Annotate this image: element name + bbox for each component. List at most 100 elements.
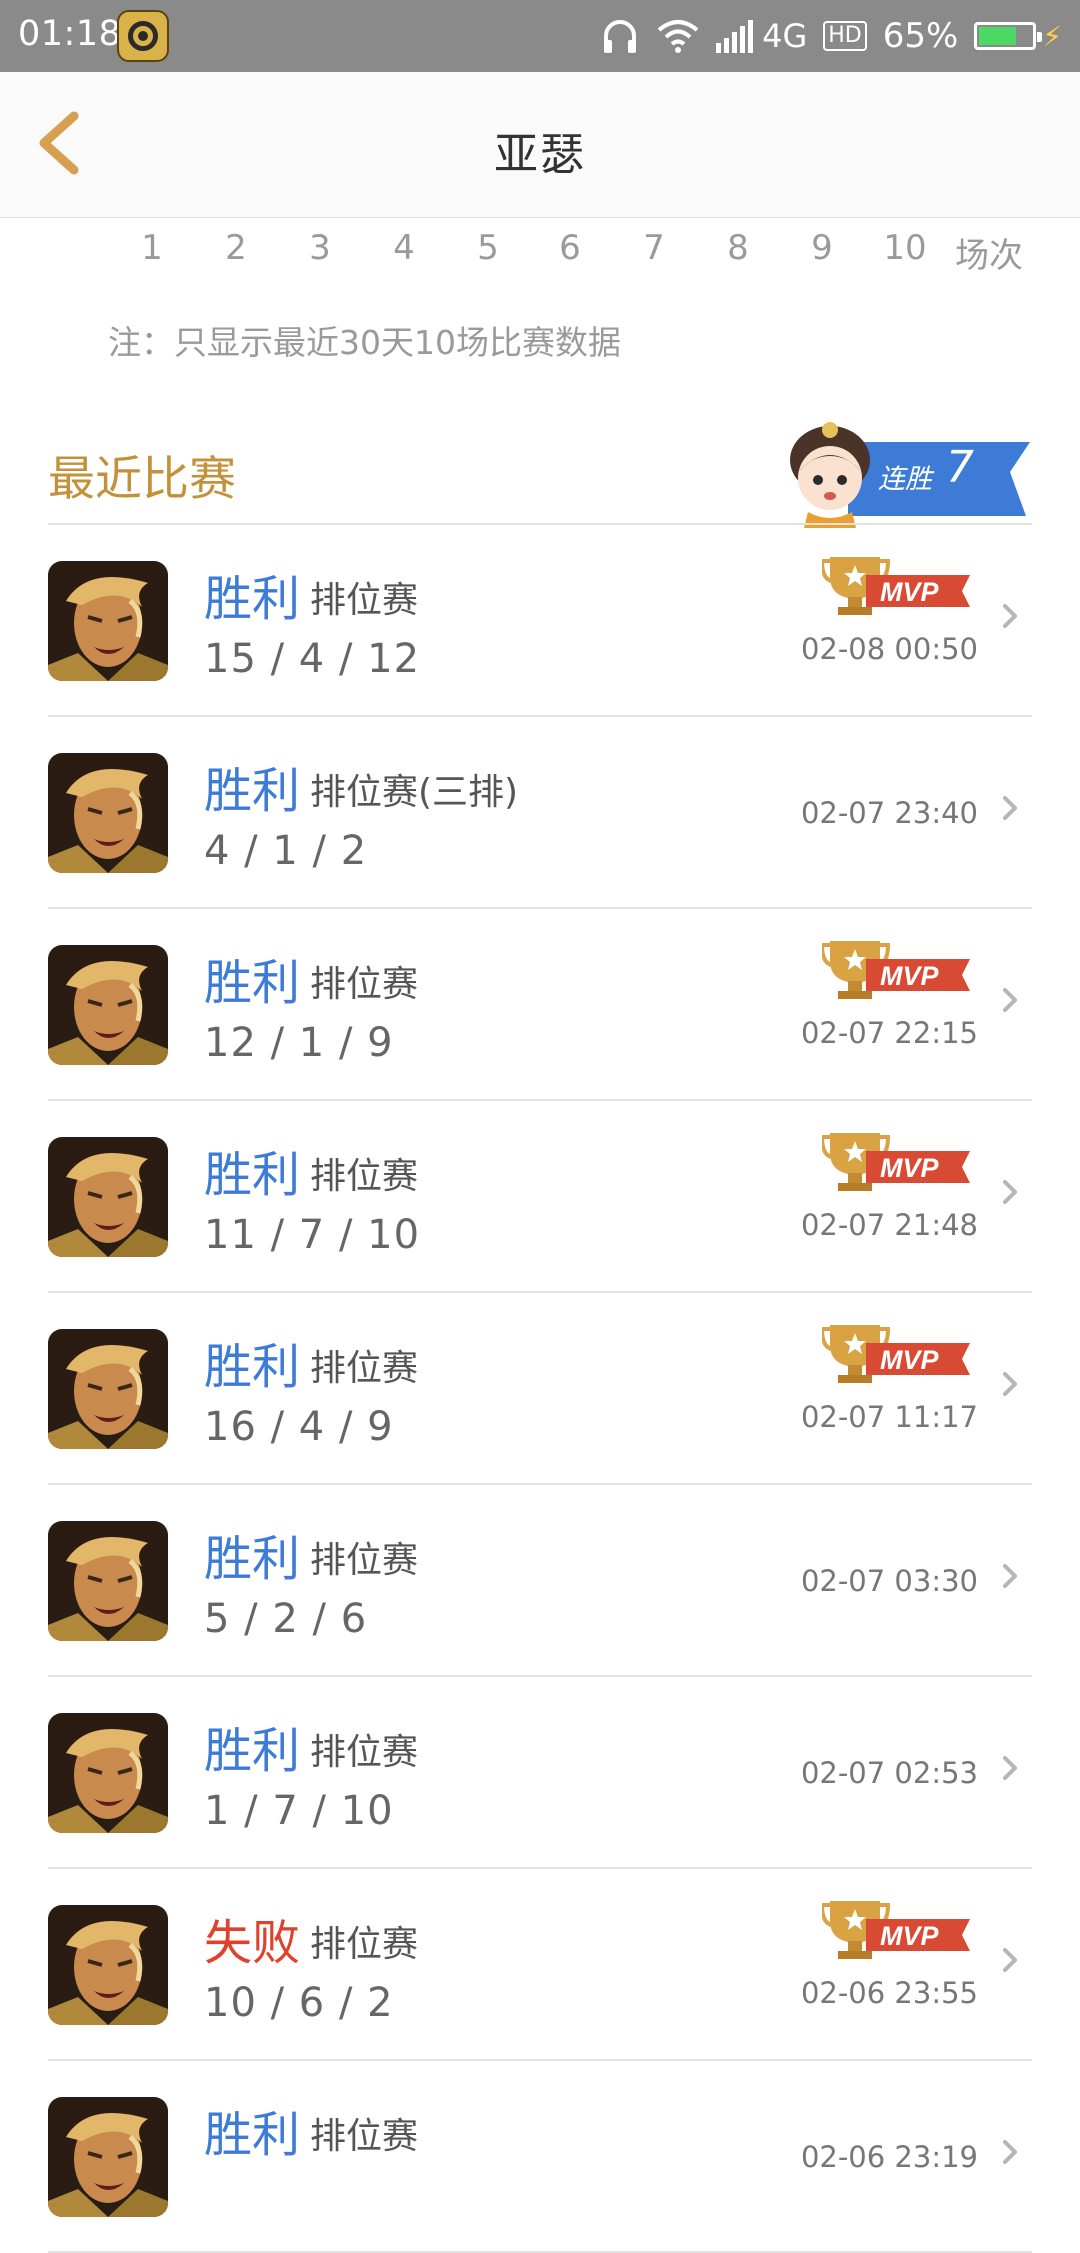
signal-icon <box>716 20 754 53</box>
charging-icon: ⚡ <box>1042 19 1062 53</box>
x-tick: 6 <box>559 228 581 268</box>
mvp-badge: MVP <box>819 1129 972 1193</box>
status-bar: 01:18 4G HD 65% ⚡ <box>0 0 1080 72</box>
battery-icon <box>974 22 1043 50</box>
match-time: 02-07 22:15 <box>800 1016 978 1050</box>
match-row[interactable]: 胜利 排位赛 16 / 4 / 9 MVP 02-07 11:17 <box>48 1293 1032 1485</box>
match-mode: 排位赛 <box>310 1732 419 1773</box>
match-row[interactable]: 胜利 排位赛 1 / 7 / 10 02-07 02:53 <box>48 1677 1032 1869</box>
match-time: 02-07 21:48 <box>800 1208 978 1242</box>
chevron-right-icon <box>1003 796 1017 820</box>
match-kda: 16 / 4 / 9 <box>204 1404 394 1450</box>
chevron-right-icon <box>1003 1948 1017 1972</box>
chevron-right-icon <box>1003 1564 1017 1588</box>
hero-avatar-icon <box>48 945 168 1065</box>
x-tick: 8 <box>727 228 749 268</box>
hero-avatar-icon <box>48 1905 168 2025</box>
hero-avatar-icon <box>48 2097 168 2217</box>
section-title: 最近比赛 <box>48 452 236 507</box>
match-row[interactable]: 胜利 排位赛 5 / 2 / 6 02-07 03:30 <box>48 1485 1032 1677</box>
match-result: 胜利 <box>204 763 301 819</box>
hero-avatar-icon <box>48 1713 168 1833</box>
chevron-right-icon <box>1003 988 1017 1012</box>
match-row[interactable]: 胜利 排位赛 15 / 4 / 12 MVP 02-08 00:50 <box>48 525 1032 717</box>
hd-badge: HD <box>823 21 867 51</box>
match-row[interactable]: 胜利 排位赛(三排) 4 / 1 / 2 02-07 23:40 <box>48 717 1032 909</box>
match-mode: 排位赛 <box>310 580 419 621</box>
match-time: 02-06 23:19 <box>800 2140 978 2174</box>
wifi-icon <box>657 20 699 53</box>
match-row[interactable]: 胜利 排位赛 12 / 1 / 9 MVP 02-07 22:15 <box>48 909 1032 1101</box>
hero-avatar-icon <box>48 1521 168 1641</box>
match-result: 胜利 <box>204 1147 301 1203</box>
match-list: 胜利 排位赛 15 / 4 / 12 MVP 02-08 00:50 胜利 排位… <box>48 525 1032 2253</box>
battery-level <box>979 27 1016 45</box>
chart-x-axis: 1 2 3 4 5 6 7 8 9 10 场次 <box>0 228 1080 288</box>
match-result: 胜利 <box>204 1531 301 1587</box>
match-result: 胜利 <box>204 1723 301 1779</box>
match-row[interactable]: 胜利 排位赛 02-06 23:19 <box>48 2061 1032 2253</box>
match-time: 02-06 23:55 <box>800 1976 978 2010</box>
match-mode: 排位赛 <box>310 2116 419 2157</box>
win-streak-badge: 连胜 7 <box>778 420 1030 528</box>
match-result: 胜利 <box>204 2107 301 2163</box>
match-time: 02-07 02:53 <box>800 1756 978 1790</box>
headphones-icon <box>604 20 637 53</box>
match-kda: 5 / 2 / 6 <box>204 1596 368 1642</box>
svg-text:MVP: MVP <box>880 1345 940 1375</box>
match-mode: 排位赛(三排) <box>310 772 519 813</box>
chevron-right-icon <box>1003 1756 1017 1780</box>
match-mode: 排位赛 <box>310 1348 419 1389</box>
svg-text:MVP: MVP <box>880 577 940 607</box>
x-tick: 4 <box>393 228 415 268</box>
match-kda: 11 / 7 / 10 <box>204 1212 421 1258</box>
streak-value: 7 <box>946 442 974 493</box>
chevron-right-icon <box>1003 1180 1017 1204</box>
match-kda: 12 / 1 / 9 <box>204 1020 394 1066</box>
network-type: 4G <box>762 17 808 55</box>
svg-text:MVP: MVP <box>880 1153 940 1183</box>
match-result: 胜利 <box>204 955 301 1011</box>
match-time: 02-08 00:50 <box>800 632 978 666</box>
hero-avatar-icon <box>48 561 168 681</box>
match-time: 02-07 23:40 <box>800 796 978 830</box>
streak-label: 连胜 <box>878 464 932 495</box>
svg-text:MVP: MVP <box>880 961 940 991</box>
x-tick: 5 <box>477 228 499 268</box>
match-mode: 排位赛 <box>310 964 419 1005</box>
match-row[interactable]: 胜利 排位赛 11 / 7 / 10 MVP 02-07 21:48 <box>48 1101 1032 1293</box>
chart-note: 注：只显示最近30天10场比赛数据 <box>108 323 621 362</box>
status-time: 01:18 <box>18 14 122 54</box>
hero-avatar-icon <box>48 1137 168 1257</box>
match-time: 02-07 11:17 <box>800 1400 978 1434</box>
match-mode: 排位赛 <box>310 1156 419 1197</box>
chevron-right-icon <box>1003 2140 1017 2164</box>
battery-percent: 65% <box>882 16 959 56</box>
match-result: 失败 <box>204 1915 301 1971</box>
match-kda: 1 / 7 / 10 <box>204 1788 394 1834</box>
x-tick: 7 <box>643 228 665 268</box>
x-tick: 3 <box>309 228 331 268</box>
chevron-right-icon <box>1003 604 1017 628</box>
mvp-badge: MVP <box>819 553 972 617</box>
x-tick: 10 <box>883 228 927 268</box>
mvp-badge: MVP <box>819 1897 972 1961</box>
mvp-badge: MVP <box>819 937 972 1001</box>
x-tick: 9 <box>811 228 833 268</box>
match-mode: 排位赛 <box>310 1924 419 1965</box>
hero-avatar-icon <box>48 1329 168 1449</box>
hero-avatar-icon <box>48 753 168 873</box>
svg-text:MVP: MVP <box>880 1921 940 1951</box>
x-tick: 2 <box>225 228 247 268</box>
match-result: 胜利 <box>204 1339 301 1395</box>
match-row[interactable]: 失败 排位赛 10 / 6 / 2 MVP 02-06 23:55 <box>48 1869 1032 2061</box>
match-time: 02-07 03:30 <box>800 1564 978 1598</box>
match-kda: 15 / 4 / 12 <box>204 636 421 682</box>
chevron-right-icon <box>1003 1372 1017 1396</box>
x-axis-unit: 场次 <box>955 236 1023 276</box>
match-kda: 4 / 1 / 2 <box>204 828 368 874</box>
mvp-badge: MVP <box>819 1321 972 1385</box>
app-notification-icon <box>117 10 169 62</box>
match-result: 胜利 <box>204 571 301 627</box>
match-mode: 排位赛 <box>310 1540 419 1581</box>
